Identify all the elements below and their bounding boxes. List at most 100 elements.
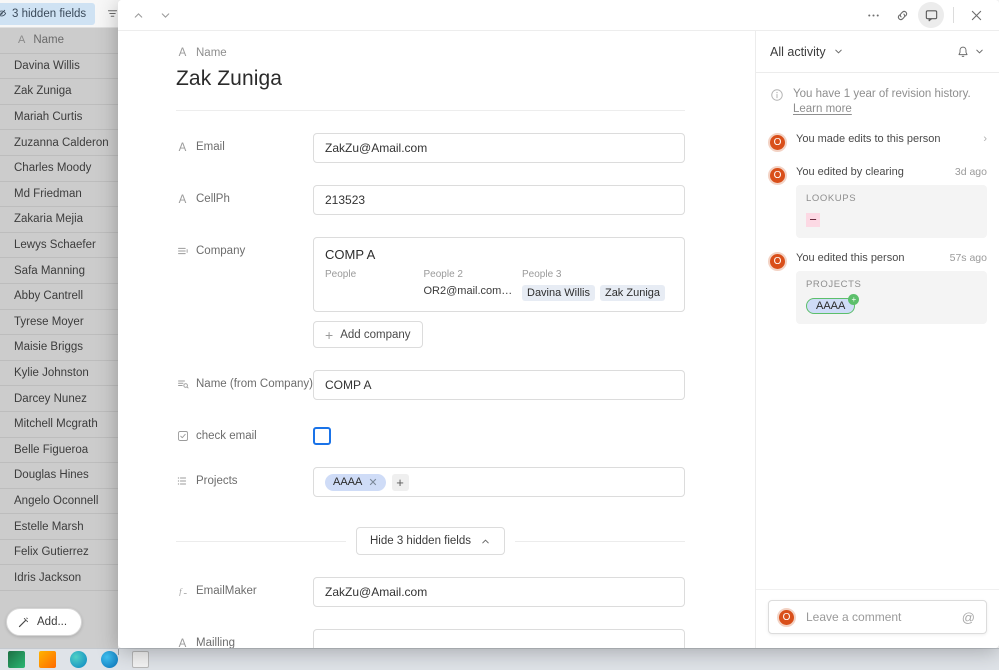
record-list-row[interactable]: Angelo Oconnell xyxy=(0,489,118,515)
activity-change-detail: PROJECTS AAAA + xyxy=(796,271,987,324)
linked-person-chip[interactable]: Zak Zuniga xyxy=(599,285,665,301)
field-label-cellph[interactable]: A CellPh xyxy=(176,185,313,208)
plus-badge-icon: + xyxy=(848,294,860,305)
hidden-fields-toggle-row: Hide 3 hidden fields xyxy=(176,527,686,555)
hide-hidden-fields-button[interactable]: Hide 3 hidden fields xyxy=(356,527,506,555)
text-field-icon: A xyxy=(178,638,187,648)
email-field-input[interactable]: ZakZu@Amail.com xyxy=(313,133,685,163)
add-record-label: Add... xyxy=(37,616,68,628)
record-list-row[interactable]: Idris Jackson xyxy=(0,565,118,592)
record-list-row[interactable]: Safa Manning xyxy=(0,258,118,284)
projects-field-input[interactable]: AAAA ✕ + xyxy=(313,467,685,497)
activity-notification-control[interactable] xyxy=(956,45,985,59)
activity-item-text: You made edits to this person xyxy=(796,133,941,145)
record-list-row[interactable]: Davina Willis xyxy=(0,54,118,80)
linked-column-header: People 3 xyxy=(522,269,562,280)
record-navigation xyxy=(130,7,174,24)
field-label-check-email[interactable]: check email xyxy=(176,422,313,444)
check-email-checkbox[interactable] xyxy=(313,427,331,445)
taskbar-icon-photos[interactable] xyxy=(39,651,56,668)
record-list-row[interactable]: Belle Figueroa xyxy=(0,438,118,464)
windows-taskbar[interactable] xyxy=(0,648,999,670)
close-modal-button[interactable] xyxy=(963,2,989,28)
project-chip[interactable]: AAAA ✕ xyxy=(325,473,386,491)
record-list-row[interactable]: Lewys Schaefer xyxy=(0,233,118,259)
linked-record-columns: People People 2 OR2@mail.com, 10M... Peo… xyxy=(325,269,673,301)
activity-item[interactable]: O You edited by clearing 3d ago LOOKUPS xyxy=(768,166,987,238)
record-list-column-header[interactable]: A Name xyxy=(0,28,118,54)
copy-link-button[interactable] xyxy=(889,2,915,28)
field-label-text: check email xyxy=(196,430,257,442)
comment-input[interactable]: Leave a comment xyxy=(806,610,952,624)
taskbar-divider xyxy=(118,649,119,655)
linked-person-chip[interactable]: Davina Willis xyxy=(522,285,595,301)
linked-record-card[interactable]: COMP A People People 2 OR2@mail.com, 10M… xyxy=(313,237,685,312)
taskbar-icon-browser[interactable] xyxy=(101,651,118,668)
taskbar-icon-excel[interactable] xyxy=(8,651,25,668)
add-company-button[interactable]: + Add company xyxy=(313,321,423,348)
field-label-name-from-company[interactable]: Name (from Company) xyxy=(176,370,313,392)
mailling-field-input[interactable] xyxy=(313,629,685,648)
activity-item-time: 57s ago xyxy=(949,252,987,264)
record-list-row[interactable]: Zak Zuniga xyxy=(0,79,118,105)
linked-record-title: COMP A xyxy=(325,247,376,262)
comment-input-box[interactable]: O Leave a comment @ xyxy=(768,600,987,634)
activity-item[interactable]: O You edited this person 57s ago PROJECT… xyxy=(768,252,987,324)
avatar: O xyxy=(768,166,787,185)
record-title[interactable]: Zak Zuniga xyxy=(176,67,685,91)
emailmaker-value[interactable]: ZakZu@Amail.com xyxy=(313,577,685,607)
record-list-row[interactable]: Douglas Hines xyxy=(0,463,118,489)
field-label-email[interactable]: A Email xyxy=(176,133,313,156)
taskbar-icon-notes[interactable] xyxy=(132,651,149,668)
field-label-text: Mailling xyxy=(196,637,235,648)
comment-bar: O Leave a comment @ xyxy=(756,589,999,648)
more-options-button[interactable] xyxy=(860,2,886,28)
record-list-row[interactable]: Mitchell Mcgrath xyxy=(0,412,118,438)
revision-notice-text: You have 1 year of revision history. xyxy=(793,88,971,100)
field-row-cellph: A CellPh 213523 xyxy=(176,185,685,215)
text-field-icon: A xyxy=(178,142,187,154)
record-list[interactable]: A Name Davina Willis Zak Zuniga Mariah Cur… xyxy=(0,28,118,648)
learn-more-link[interactable]: Learn more xyxy=(793,103,852,115)
cellph-field-input[interactable]: 213523 xyxy=(313,185,685,215)
removed-value-chip xyxy=(806,213,821,227)
chevron-right-icon[interactable]: › xyxy=(983,133,987,145)
eye-slash-icon xyxy=(0,8,7,19)
record-list-row[interactable]: Md Friedman xyxy=(0,182,118,208)
activity-change-field-name: PROJECTS xyxy=(806,279,862,290)
field-label-mailling[interactable]: A Mailling xyxy=(176,629,313,648)
name-from-company-value[interactable]: COMP A xyxy=(313,370,685,400)
field-label-company[interactable]: Company xyxy=(176,237,313,259)
record-list-row[interactable]: Zuzanna Calderon xyxy=(0,130,118,156)
hidden-fields-toolbar-button[interactable]: 3 hidden fields xyxy=(0,2,96,25)
linked-record-icon xyxy=(176,474,189,487)
record-list-row[interactable]: Tyrese Moyer xyxy=(0,310,118,336)
next-record-button[interactable] xyxy=(157,7,174,24)
chevron-up-icon xyxy=(480,536,491,547)
text-field-icon: A xyxy=(178,194,187,206)
record-list-row[interactable]: Estelle Marsh xyxy=(0,514,118,540)
previous-record-button[interactable] xyxy=(130,7,147,24)
record-list-row[interactable]: Maisie Briggs xyxy=(0,335,118,361)
close-icon[interactable]: ✕ xyxy=(368,476,377,489)
field-label-projects[interactable]: Projects xyxy=(176,467,313,489)
record-list-row[interactable]: Felix Gutierrez xyxy=(0,540,118,566)
record-list-row[interactable]: Zakaria Mejia xyxy=(0,207,118,233)
record-list-row[interactable]: Mariah Curtis xyxy=(0,105,118,131)
activity-item[interactable]: O You made edits to this person › xyxy=(768,133,987,152)
record-list-row[interactable]: Charles Moody xyxy=(0,156,118,182)
activity-filter-dropdown[interactable]: All activity xyxy=(770,45,844,59)
record-list-row[interactable]: Darcey Nunez xyxy=(0,386,118,412)
linked-column-people: People xyxy=(325,269,424,301)
record-list-row[interactable]: Abby Cantrell xyxy=(0,284,118,310)
at-icon[interactable]: @ xyxy=(962,610,975,625)
modal-body: A Name Zak Zuniga A Email ZakZu@Amail.co… xyxy=(118,30,999,648)
add-project-button[interactable]: + xyxy=(391,473,409,491)
toggle-comments-button[interactable] xyxy=(918,2,944,28)
record-list-row[interactable]: Kylie Johnston xyxy=(0,361,118,387)
linked-column-people-2: People 2 OR2@mail.com, 10M... xyxy=(424,269,523,301)
add-record-button[interactable]: Add... xyxy=(6,608,83,636)
field-label-emailmaker[interactable]: f EmailMaker xyxy=(176,577,313,599)
taskbar-icon-edge[interactable] xyxy=(70,651,87,668)
activity-item-text: You edited this person xyxy=(796,252,905,264)
